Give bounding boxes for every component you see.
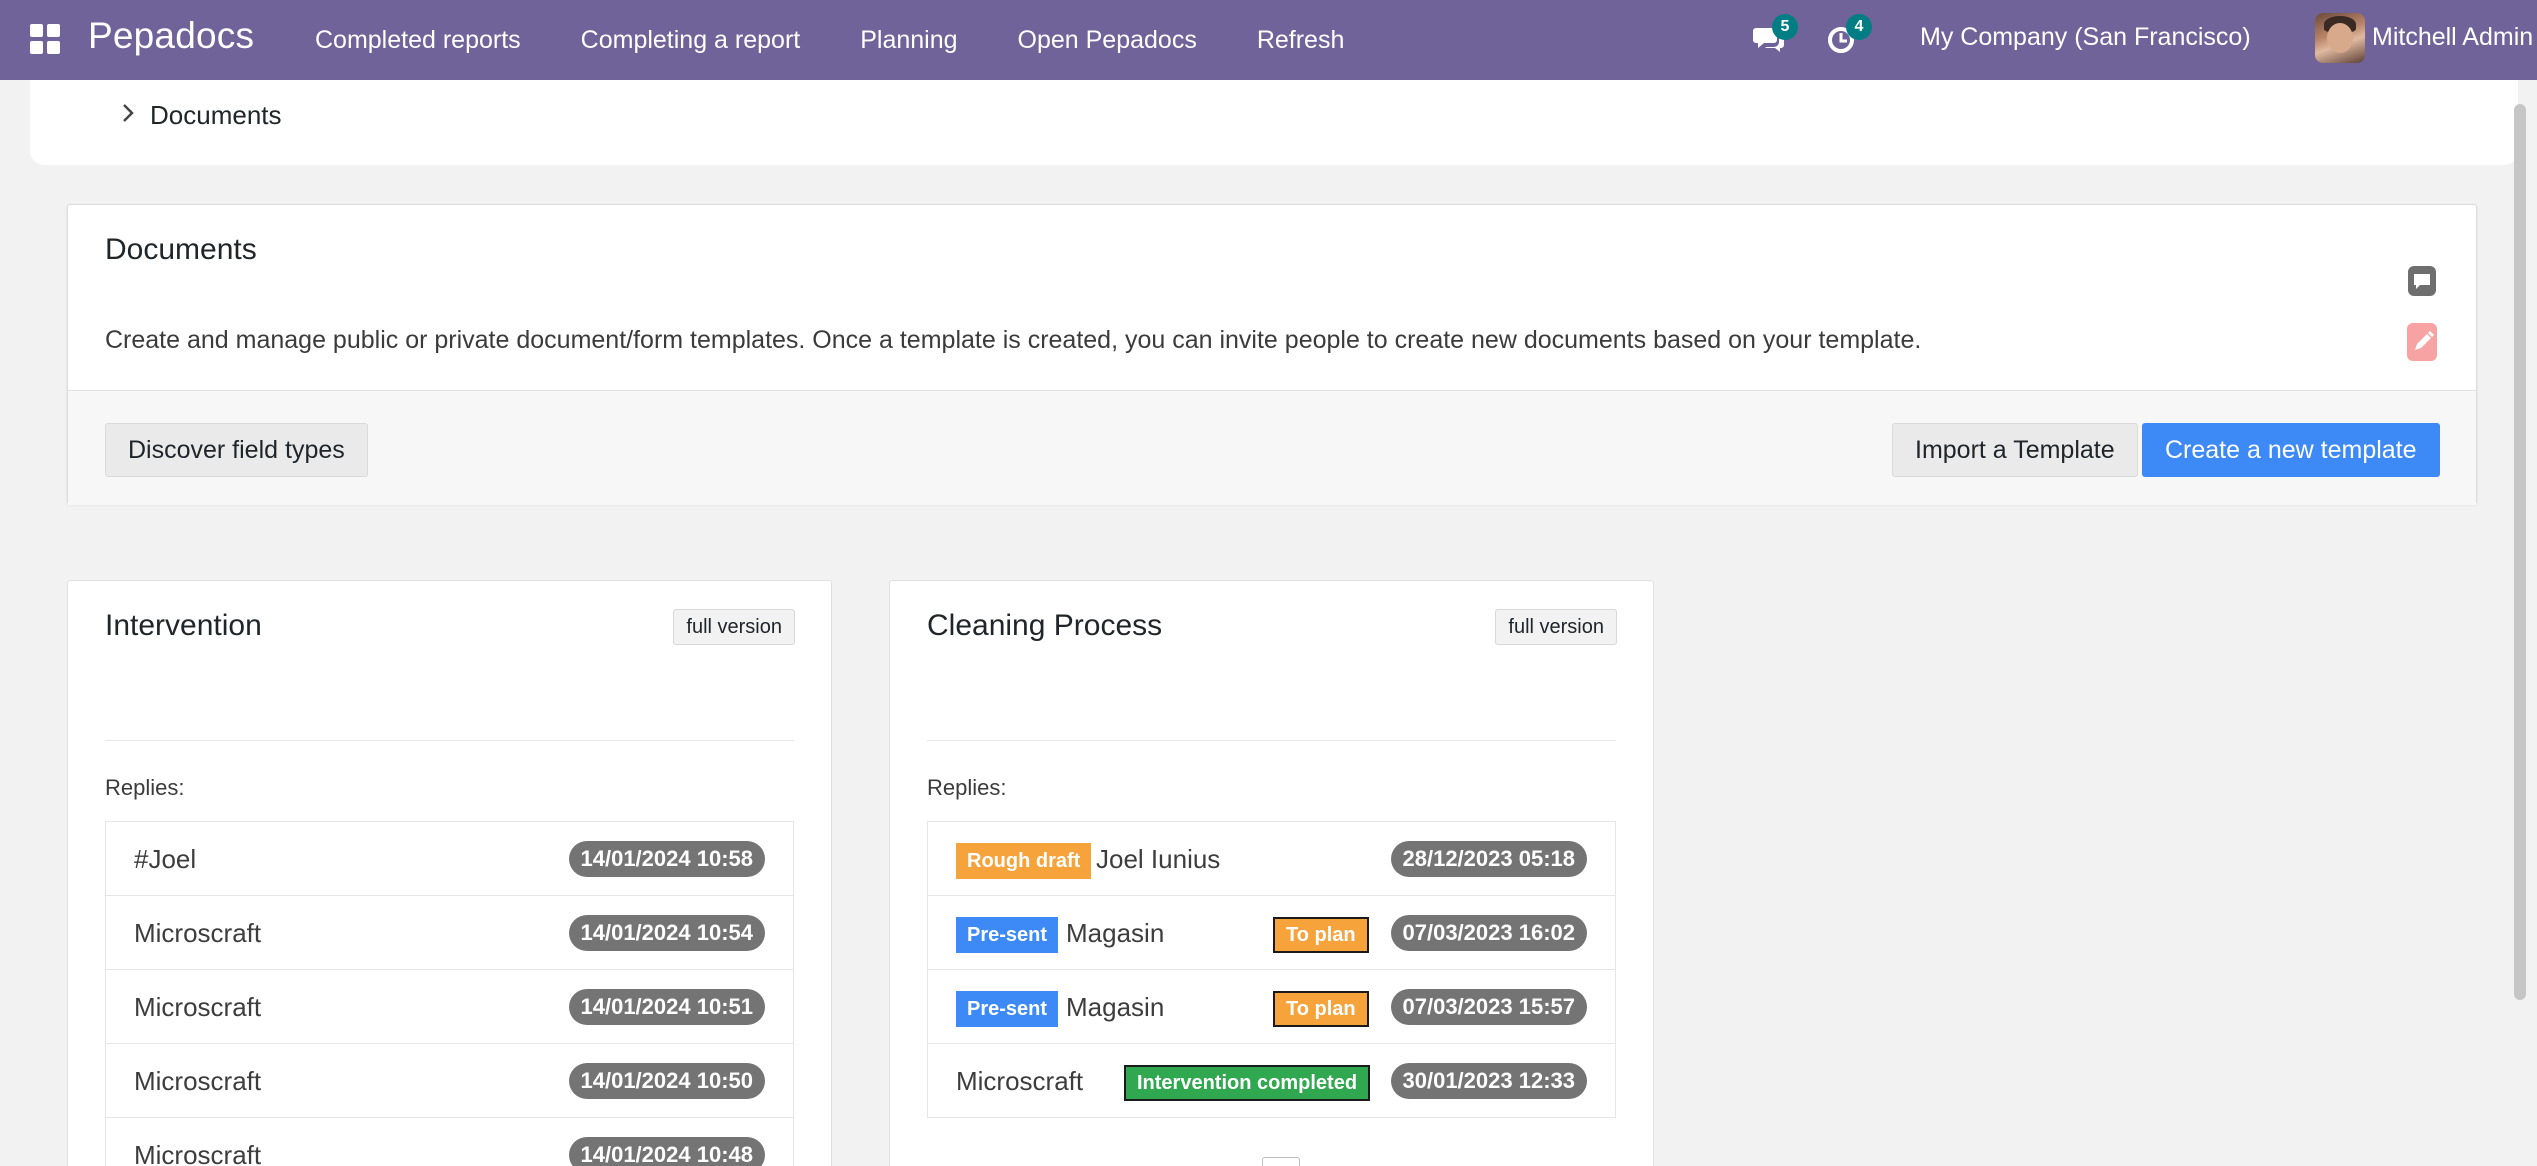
- company-switcher[interactable]: My Company (San Francisco): [1920, 23, 2251, 52]
- state-badge: Pre-sent: [956, 991, 1059, 1027]
- reply-row[interactable]: Microscraft 14/01/2024 10:50: [106, 1044, 793, 1118]
- page-title: Documents: [105, 233, 257, 266]
- top-navbar: Pepadocs Completed reports Completing a …: [0, 0, 2537, 80]
- reply-date: 14/01/2024 10:51: [568, 989, 765, 1025]
- reply-row[interactable]: Microscraft 14/01/2024 10:51: [106, 970, 793, 1044]
- pencil-icon: [2415, 331, 2434, 350]
- reply-row[interactable]: Pre-sent Magasin To plan 07/03/2023 15:5…: [928, 970, 1615, 1044]
- reply-date: 14/01/2024 10:58: [568, 841, 765, 877]
- state-badge: Pre-sent: [956, 917, 1059, 953]
- user-menu[interactable]: Mitchell Admin: [2372, 23, 2533, 52]
- menu-planning[interactable]: Planning: [860, 26, 957, 55]
- reply-name: Joel Iunius: [1096, 844, 1221, 874]
- documents-panel: Documents Create and manage public or pr…: [67, 204, 2477, 505]
- menu-open-pepadocs[interactable]: Open Pepadocs: [1018, 26, 1197, 55]
- reply-date: 14/01/2024 10:48: [568, 1137, 765, 1166]
- replies-label: Replies:: [927, 775, 1007, 800]
- version-badge[interactable]: full version: [673, 609, 795, 645]
- reply-row[interactable]: #Joel 14/01/2024 10:58: [106, 822, 793, 896]
- reply-date: 28/12/2023 05:18: [1390, 841, 1587, 877]
- reply-list: #Joel 14/01/2024 10:58 Microscraft 14/01…: [105, 821, 794, 1166]
- template-title[interactable]: Cleaning Process: [927, 609, 1162, 643]
- reply-name: Magasin: [1066, 918, 1165, 948]
- status-badge: To plan: [1273, 917, 1369, 953]
- messages-button[interactable]: 5: [1752, 14, 1798, 58]
- breadcrumb: Documents: [30, 80, 2518, 165]
- app-brand[interactable]: Pepadocs: [88, 15, 254, 57]
- reply-date: 07/03/2023 15:57: [1390, 989, 1587, 1025]
- app-menu-icon[interactable]: [30, 24, 60, 54]
- load-more-toggle[interactable]: [1262, 1157, 1300, 1166]
- menu-completing-report[interactable]: Completing a report: [581, 26, 801, 55]
- reply-name: #Joel: [134, 844, 197, 874]
- reply-name: Microscraft: [956, 1066, 1084, 1096]
- reply-date: 07/03/2023 16:02: [1390, 915, 1587, 951]
- status-badge: To plan: [1273, 991, 1369, 1027]
- breadcrumb-documents[interactable]: Documents: [150, 100, 282, 131]
- version-badge[interactable]: full version: [1495, 609, 1617, 645]
- menu-completed-reports[interactable]: Completed reports: [315, 26, 521, 55]
- template-card-cleaning-process: Cleaning Process full version Replies: R…: [889, 580, 1654, 1166]
- reply-row[interactable]: Pre-sent Magasin To plan 07/03/2023 16:0…: [928, 896, 1615, 970]
- reply-name: Microscraft: [134, 918, 262, 948]
- import-template-button[interactable]: Import a Template: [1892, 423, 2138, 477]
- chevron-right-icon[interactable]: [118, 100, 138, 126]
- vertical-scrollbar[interactable]: [2514, 104, 2526, 1000]
- reply-name: Microscraft: [134, 1140, 262, 1166]
- main-menu: Completed reports Completing a report Pl…: [315, 0, 1404, 80]
- comment-icon[interactable]: [2407, 265, 2437, 301]
- status-badge: Intervention completed: [1124, 1065, 1371, 1101]
- reply-row[interactable]: Microscraft 14/01/2024 10:54: [106, 896, 793, 970]
- reply-date: 14/01/2024 10:54: [568, 915, 765, 951]
- template-card-intervention: Intervention full version Replies: #Joel…: [67, 580, 832, 1166]
- discover-field-types-button[interactable]: Discover field types: [105, 423, 368, 477]
- activities-button[interactable]: 4: [1826, 14, 1872, 58]
- reply-name: Microscraft: [134, 1066, 262, 1096]
- reply-date: 14/01/2024 10:50: [568, 1063, 765, 1099]
- edit-button[interactable]: [2407, 323, 2437, 361]
- messages-count-badge: 5: [1772, 14, 1798, 40]
- reply-row[interactable]: Rough draft Joel Iunius 28/12/2023 05:18: [928, 822, 1615, 896]
- template-title[interactable]: Intervention: [105, 609, 262, 643]
- reply-row[interactable]: Microscraft 14/01/2024 10:48: [106, 1118, 793, 1166]
- state-badge: Rough draft: [956, 843, 1092, 879]
- create-template-button[interactable]: Create a new template: [2142, 423, 2440, 477]
- reply-list: Rough draft Joel Iunius 28/12/2023 05:18…: [927, 821, 1616, 1118]
- reply-date: 30/01/2023 12:33: [1390, 1063, 1587, 1099]
- documents-actions: Discover field types Import a Template C…: [68, 390, 2476, 505]
- user-avatar[interactable]: [2315, 13, 2365, 63]
- reply-name: Microscraft: [134, 992, 262, 1022]
- replies-label: Replies:: [105, 775, 185, 800]
- menu-refresh[interactable]: Refresh: [1257, 26, 1345, 55]
- page-description: Create and manage public or private docu…: [105, 326, 1922, 354]
- reply-name: Magasin: [1066, 992, 1165, 1022]
- reply-row[interactable]: Microscraft Intervention completed 30/01…: [928, 1044, 1615, 1118]
- activities-count-badge: 4: [1846, 14, 1872, 40]
